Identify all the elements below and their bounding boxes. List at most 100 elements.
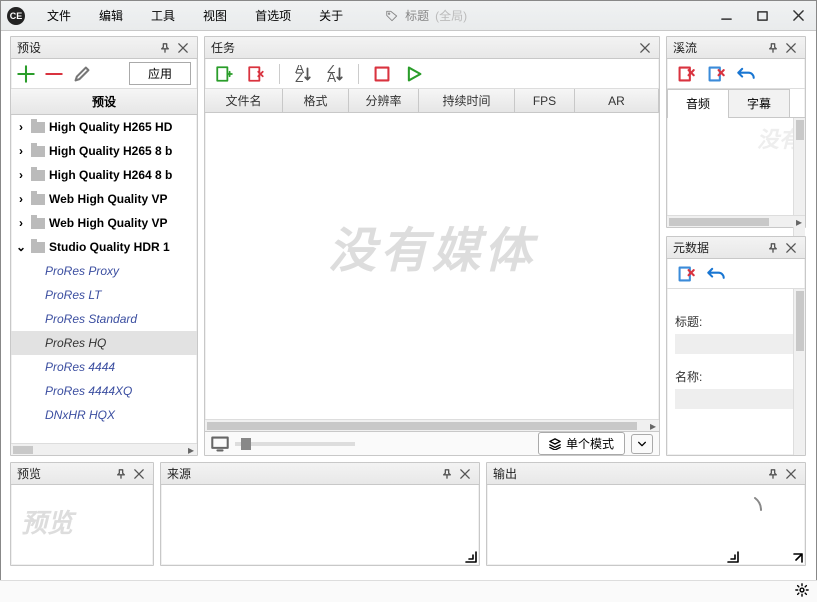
tag-icon: [385, 9, 399, 23]
pin-icon[interactable]: [765, 466, 781, 482]
menu-tools[interactable]: 工具: [137, 1, 189, 31]
source-panel: 来源: [160, 462, 480, 566]
menu-about[interactable]: 关于: [305, 1, 357, 31]
presets-title: 预设: [17, 39, 155, 56]
mode-dropdown[interactable]: [631, 434, 653, 454]
menu-bar: 文件 编辑 工具 视图 首选项 关于: [33, 1, 357, 31]
zoom-slider[interactable]: [235, 442, 355, 446]
apply-button[interactable]: 应用: [129, 62, 191, 85]
add-icon[interactable]: [17, 65, 35, 83]
tasks-title: 任务: [211, 39, 635, 56]
window-minimize[interactable]: [708, 1, 744, 31]
output-panel: 输出: [486, 462, 806, 566]
preset-folder[interactable]: ›High Quality H264 8 b: [11, 163, 197, 187]
preset-folder[interactable]: ›High Quality H265 8 b: [11, 139, 197, 163]
h-scrollbar[interactable]: ▸: [205, 419, 659, 431]
col-ar[interactable]: AR: [575, 89, 659, 112]
add-file-icon[interactable]: [215, 65, 233, 83]
mode-selector[interactable]: 单个模式: [538, 432, 625, 455]
tab-audio[interactable]: 音频: [667, 89, 729, 117]
meta-title-label: 标题:: [675, 313, 797, 330]
close-icon[interactable]: [175, 40, 191, 56]
streams-panel: 溪流 音频 字幕 没有 ▸: [666, 36, 806, 228]
remove-icon[interactable]: [45, 65, 63, 83]
clear-stream-icon[interactable]: [707, 65, 725, 83]
h-scrollbar[interactable]: ▸: [667, 215, 805, 227]
tag-field[interactable]: 标题 (全局): [385, 7, 708, 24]
layers-icon: [549, 438, 561, 450]
close-icon[interactable]: [457, 466, 473, 482]
preset-item[interactable]: DNxHR HQX: [11, 403, 197, 427]
preset-folder[interactable]: ⌄Studio Quality HDR 1: [11, 235, 197, 259]
close-icon[interactable]: [637, 40, 653, 56]
menu-prefs[interactable]: 首选项: [241, 1, 305, 31]
svg-text:A: A: [327, 69, 336, 82]
popout-icon[interactable]: [791, 551, 803, 563]
col-duration[interactable]: 持续时间: [419, 89, 515, 112]
preview-panel: 预览 预览: [10, 462, 154, 566]
window-maximize[interactable]: [744, 1, 780, 31]
preset-item[interactable]: ProRes HQ: [11, 331, 197, 355]
menu-edit[interactable]: 编辑: [85, 1, 137, 31]
pin-icon[interactable]: [765, 240, 781, 256]
preset-folder[interactable]: ›Web High Quality VP: [11, 211, 197, 235]
presets-column-header: 预设: [11, 89, 197, 115]
undo-icon[interactable]: [737, 65, 755, 83]
close-icon[interactable]: [131, 466, 147, 482]
status-bar: [0, 580, 817, 602]
preset-item[interactable]: ProRes LT: [11, 283, 197, 307]
tag-label: 标题: [405, 7, 429, 24]
pin-icon[interactable]: [157, 40, 173, 56]
stop-icon[interactable]: [373, 65, 391, 83]
h-scrollbar[interactable]: ▸: [11, 443, 197, 455]
preview-title: 预览: [17, 465, 111, 482]
preset-folder[interactable]: ›High Quality H265 HD: [11, 115, 197, 139]
no-media-watermark: 没有媒体: [328, 211, 536, 281]
resize-grip-icon[interactable]: [465, 551, 477, 563]
streams-title: 溪流: [673, 39, 763, 56]
edit-icon[interactable]: [73, 65, 91, 83]
output-title: 输出: [493, 465, 763, 482]
sort-asc-icon[interactable]: AZ: [294, 65, 312, 83]
source-title: 来源: [167, 465, 437, 482]
undo-icon[interactable]: [707, 265, 725, 283]
col-filename[interactable]: 文件名: [205, 89, 283, 112]
close-icon[interactable]: [783, 40, 799, 56]
menu-view[interactable]: 视图: [189, 1, 241, 31]
meta-title-value[interactable]: [675, 334, 797, 354]
pin-icon[interactable]: [439, 466, 455, 482]
metadata-panel: 元数据 标题: 名称:: [666, 236, 806, 456]
sort-desc-icon[interactable]: ZA: [326, 65, 344, 83]
play-icon[interactable]: [405, 65, 423, 83]
col-fps[interactable]: FPS: [515, 89, 575, 112]
delete-stream-icon[interactable]: [677, 65, 695, 83]
col-format[interactable]: 格式: [283, 89, 349, 112]
app-logo: CE: [7, 7, 25, 25]
menu-file[interactable]: 文件: [33, 1, 85, 31]
close-icon[interactable]: [783, 240, 799, 256]
preset-item[interactable]: ProRes Proxy: [11, 259, 197, 283]
remove-file-icon[interactable]: [247, 65, 265, 83]
resize-grip-icon[interactable]: [727, 551, 739, 563]
pin-icon[interactable]: [113, 466, 129, 482]
preset-item[interactable]: ProRes 4444: [11, 355, 197, 379]
settings-gear-icon[interactable]: [795, 583, 809, 600]
meta-name-value[interactable]: [675, 389, 797, 409]
v-scrollbar[interactable]: [793, 289, 805, 455]
tasks-panel: 任务 AZ ZA 文件名 格式 分辨率 持续时间 FPS AR 没有媒体 ▸: [204, 36, 660, 456]
pin-icon[interactable]: [765, 40, 781, 56]
preset-folder[interactable]: ›Web High Quality VP: [11, 187, 197, 211]
preview-ghost: 预览: [11, 485, 153, 558]
preset-item[interactable]: ProRes Standard: [11, 307, 197, 331]
preset-tree[interactable]: ›High Quality H265 HD›High Quality H265 …: [11, 115, 197, 465]
col-resolution[interactable]: 分辨率: [349, 89, 419, 112]
tab-subtitle[interactable]: 字幕: [728, 89, 790, 117]
delete-meta-icon[interactable]: [677, 265, 695, 283]
close-icon[interactable]: [783, 466, 799, 482]
monitor-icon[interactable]: [211, 435, 229, 453]
presets-panel: 预设 应用 预设 ›High Quality H265 HD›High Qual…: [10, 36, 198, 456]
metadata-title: 元数据: [673, 239, 763, 256]
window-close[interactable]: [780, 1, 816, 31]
progress-arc-icon: [729, 493, 763, 530]
preset-item[interactable]: ProRes 4444XQ: [11, 379, 197, 403]
